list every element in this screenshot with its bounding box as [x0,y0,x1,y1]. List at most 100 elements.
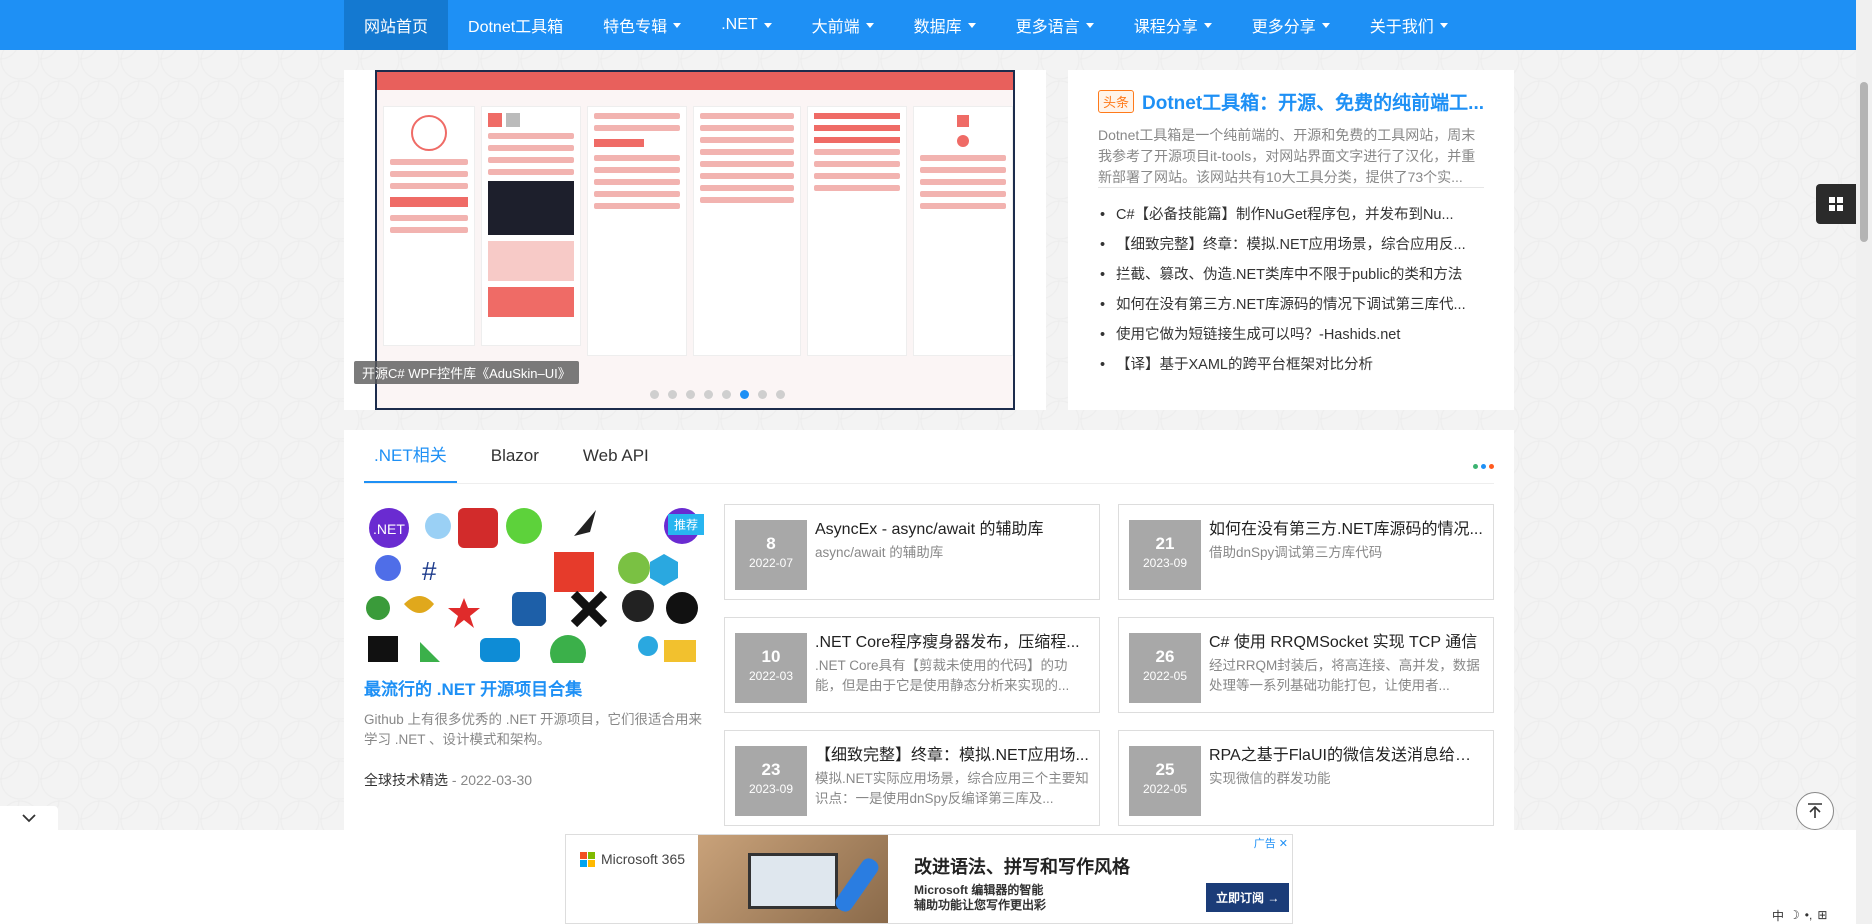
ad-subscribe-button[interactable]: 立即订阅 → [1206,883,1290,912]
ad-bar: Microsoft 365 改进语法、拼写和写作风格 Microsoft 编辑器… [0,830,1856,924]
date-box: 10 2022-03 [735,633,807,703]
nav-item-dotnet-toolbox[interactable]: Dotnet工具箱 [448,0,583,50]
featured-article: .NET # 推荐 最流行的 .NET 开源项目合集 Github 上有很多优秀… [364,508,704,790]
article-desc: 借助dnSpy调试第三方库代码 [1209,545,1383,560]
chevron-down-icon [1085,22,1094,28]
headline-badge: 头条 [1098,90,1135,113]
grid-icon[interactable] [1816,184,1856,224]
chevron-down-icon[interactable] [0,806,58,830]
scrollbar-thumb[interactable] [1860,82,1868,242]
featured-date: - 2022-03-30 [448,772,533,788]
featured-meta: 全球技术精选 - 2022-03-30 [364,770,704,790]
scrollbar[interactable] [1856,0,1872,924]
carousel-dot[interactable] [704,390,713,399]
punctuation-icon[interactable]: •, [1805,908,1813,922]
date-box: 25 2022-05 [1129,746,1201,816]
headline-list-item[interactable]: 如何在没有第三方.NET库源码的情况下调试第三库代... [1098,290,1484,320]
nav-item-dotnet[interactable]: .NET [701,0,791,50]
headline-list-item[interactable]: C#【必备技能篇】制作NuGet程序包，并发布到Nu... [1098,200,1484,230]
article-title[interactable]: C# 使用 RRQMSocket 实现 TCP 通信 [1209,628,1484,652]
recommend-badge: 推荐 [667,514,704,535]
chevron-down-icon [673,22,682,28]
nav-item-courses[interactable]: 课程分享 [1114,0,1232,50]
carousel-dot[interactable] [776,390,785,399]
ime-mode[interactable]: 中 [1772,907,1784,924]
carousel-dot[interactable] [758,390,767,399]
tab-blazor[interactable]: Blazor [481,430,549,483]
moon-icon[interactable]: ☽ [1789,908,1800,922]
ad-headline: 改进语法、拼写和写作风格 [914,857,1130,877]
carousel-dot-active[interactable] [740,390,749,399]
headline-news: 头条 Dotnet工具箱：开源、免费的纯前端工... Dotnet工具箱是一个纯… [1068,70,1514,410]
article-card[interactable]: 23 2023-09 【细致完整】终章：模拟.NET应用场... 模拟.NET实际… [724,730,1100,826]
featured-desc: Github 上有很多优秀的 .NET 开源项目，它们很适合用来学习 .NET … [364,712,703,747]
article-title[interactable]: AsyncEx - async/await 的辅助库 [815,515,1090,539]
article-card[interactable]: 21 2023-09 如何在没有第三方.NET库源码的情况... 借助dnSpy调… [1118,504,1494,600]
chevron-down-icon [1321,22,1330,28]
article-title[interactable]: RPA之基于FlaUI的微信发送消息给某... [1209,741,1484,765]
chevron-down-icon [1203,22,1212,28]
date-box: 23 2023-09 [735,746,807,816]
ad-subtext: Microsoft 编辑器的智能 辅助功能让您写作更出彩 [914,883,1047,912]
chevron-down-icon [1439,22,1448,28]
tab-bar: .NET相关 Blazor Web API [364,430,1494,484]
nav-item-frontend[interactable]: 大前端 [792,0,894,50]
chevron-down-icon [865,22,874,28]
carousel-dot[interactable] [668,390,677,399]
loading-dots-icon [1473,464,1494,469]
article-desc: .NET Core具有【剪裁未使用的代码】的功能，但是由于它是使用静态分析来实现… [815,658,1070,693]
ad-banner[interactable]: Microsoft 365 改进语法、拼写和写作风格 Microsoft 编辑器… [565,834,1293,924]
top-nav: 网站首页 Dotnet工具箱 特色专辑 .NET 大前端 数据库 更多语言 课程… [0,0,1856,50]
tab-webapi[interactable]: Web API [573,430,659,483]
headline-list-item[interactable]: 【译】基于XAML的跨平台框架对比分析 [1098,350,1484,380]
article-title[interactable]: 如何在没有第三方.NET库源码的情况... [1209,515,1484,539]
nav-item-home[interactable]: 网站首页 [344,0,449,50]
article-card[interactable]: 26 2022-05 C# 使用 RRQMSocket 实现 TCP 通信 经过R… [1118,617,1494,713]
article-title[interactable]: 【细致完整】终章：模拟.NET应用场... [815,741,1090,765]
headline-list: C#【必备技能篇】制作NuGet程序包，并发布到Nu... 【细致完整】终章：模… [1098,200,1484,380]
date-box: 8 2022-07 [735,520,807,590]
ad-tag[interactable]: 广告 ✕ [1254,835,1288,851]
headline-list-item[interactable]: 拦截、篡改、伪造.NET类库中不限于public的类和方法 [1098,260,1484,290]
featured-title[interactable]: 最流行的 .NET 开源项目合集 [364,675,704,700]
carousel-dots [650,390,785,399]
headline-title[interactable]: Dotnet工具箱：开源、免费的纯前端工... [1142,88,1484,115]
article-desc: 经过RRQM封装后，将高连接、高并发，数据处理等一系列基础功能打包，让使用者..… [1209,658,1480,693]
article-card[interactable]: 8 2022-07 AsyncEx - async/await 的辅助库 asyn… [724,504,1100,600]
microsoft-logo: Microsoft 365 [580,851,685,867]
chevron-down-icon [763,22,772,28]
tab-section: .NET相关 Blazor Web API .NET # 推荐 最流行的 .NE… [344,430,1514,830]
carousel: 开源C# WPF控件库《AduSkin–UI》 [344,70,1046,410]
tab-dotnet[interactable]: .NET相关 [364,430,457,483]
arrow-up-icon[interactable] [1796,792,1834,830]
date-box: 21 2023-09 [1129,520,1201,590]
nav-item-featured[interactable]: 特色专辑 [583,0,701,50]
headline-list-item[interactable]: 使用它做为短链接生成可以吗？-Hashids.net [1098,320,1484,350]
featured-author[interactable]: 全球技术精选 [364,772,448,788]
featured-image[interactable]: .NET # 推荐 [364,508,704,671]
carousel-slide-image[interactable] [375,70,1015,410]
carousel-caption[interactable]: 开源C# WPF控件库《AduSkin–UI》 [354,361,579,384]
article-desc: 实现微信的群发功能 [1209,771,1331,786]
ad-image [698,835,888,923]
article-desc: async/await 的辅助库 [815,545,944,560]
svg-text:#: # [422,556,437,586]
grid-icon[interactable]: ⊞ [1817,908,1827,922]
headline-list-item[interactable]: 【细致完整】终章：模拟.NET应用场景，综合应用反... [1098,230,1484,260]
carousel-dot[interactable] [722,390,731,399]
article-card[interactable]: 10 2022-03 .NET Core程序瘦身器发布，压缩程... .NET C… [724,617,1100,713]
ime-toolbar: 中 ☽ •, ⊞ [1772,906,1827,924]
nav-item-more-share[interactable]: 更多分享 [1232,0,1350,50]
nav-item-about[interactable]: 关于我们 [1350,0,1468,50]
close-icon[interactable]: ✕ [1279,838,1288,850]
article-card[interactable]: 25 2022-05 RPA之基于FlaUI的微信发送消息给某... 实现微信的群… [1118,730,1494,826]
article-desc: 模拟.NET实际应用场景，综合应用三个主要知识点：一是使用dnSpy反编译第三库… [815,771,1089,806]
date-box: 26 2022-05 [1129,633,1201,703]
carousel-dot[interactable] [650,390,659,399]
article-title[interactable]: .NET Core程序瘦身器发布，压缩程... [815,628,1090,652]
chevron-down-icon [967,22,976,28]
nav-item-languages[interactable]: 更多语言 [996,0,1114,50]
headline-summary: Dotnet工具箱是一个纯前端的、开源和免费的工具网站，周末我参考了开源项目it… [1098,125,1484,188]
carousel-dot[interactable] [686,390,695,399]
nav-item-database[interactable]: 数据库 [894,0,996,50]
